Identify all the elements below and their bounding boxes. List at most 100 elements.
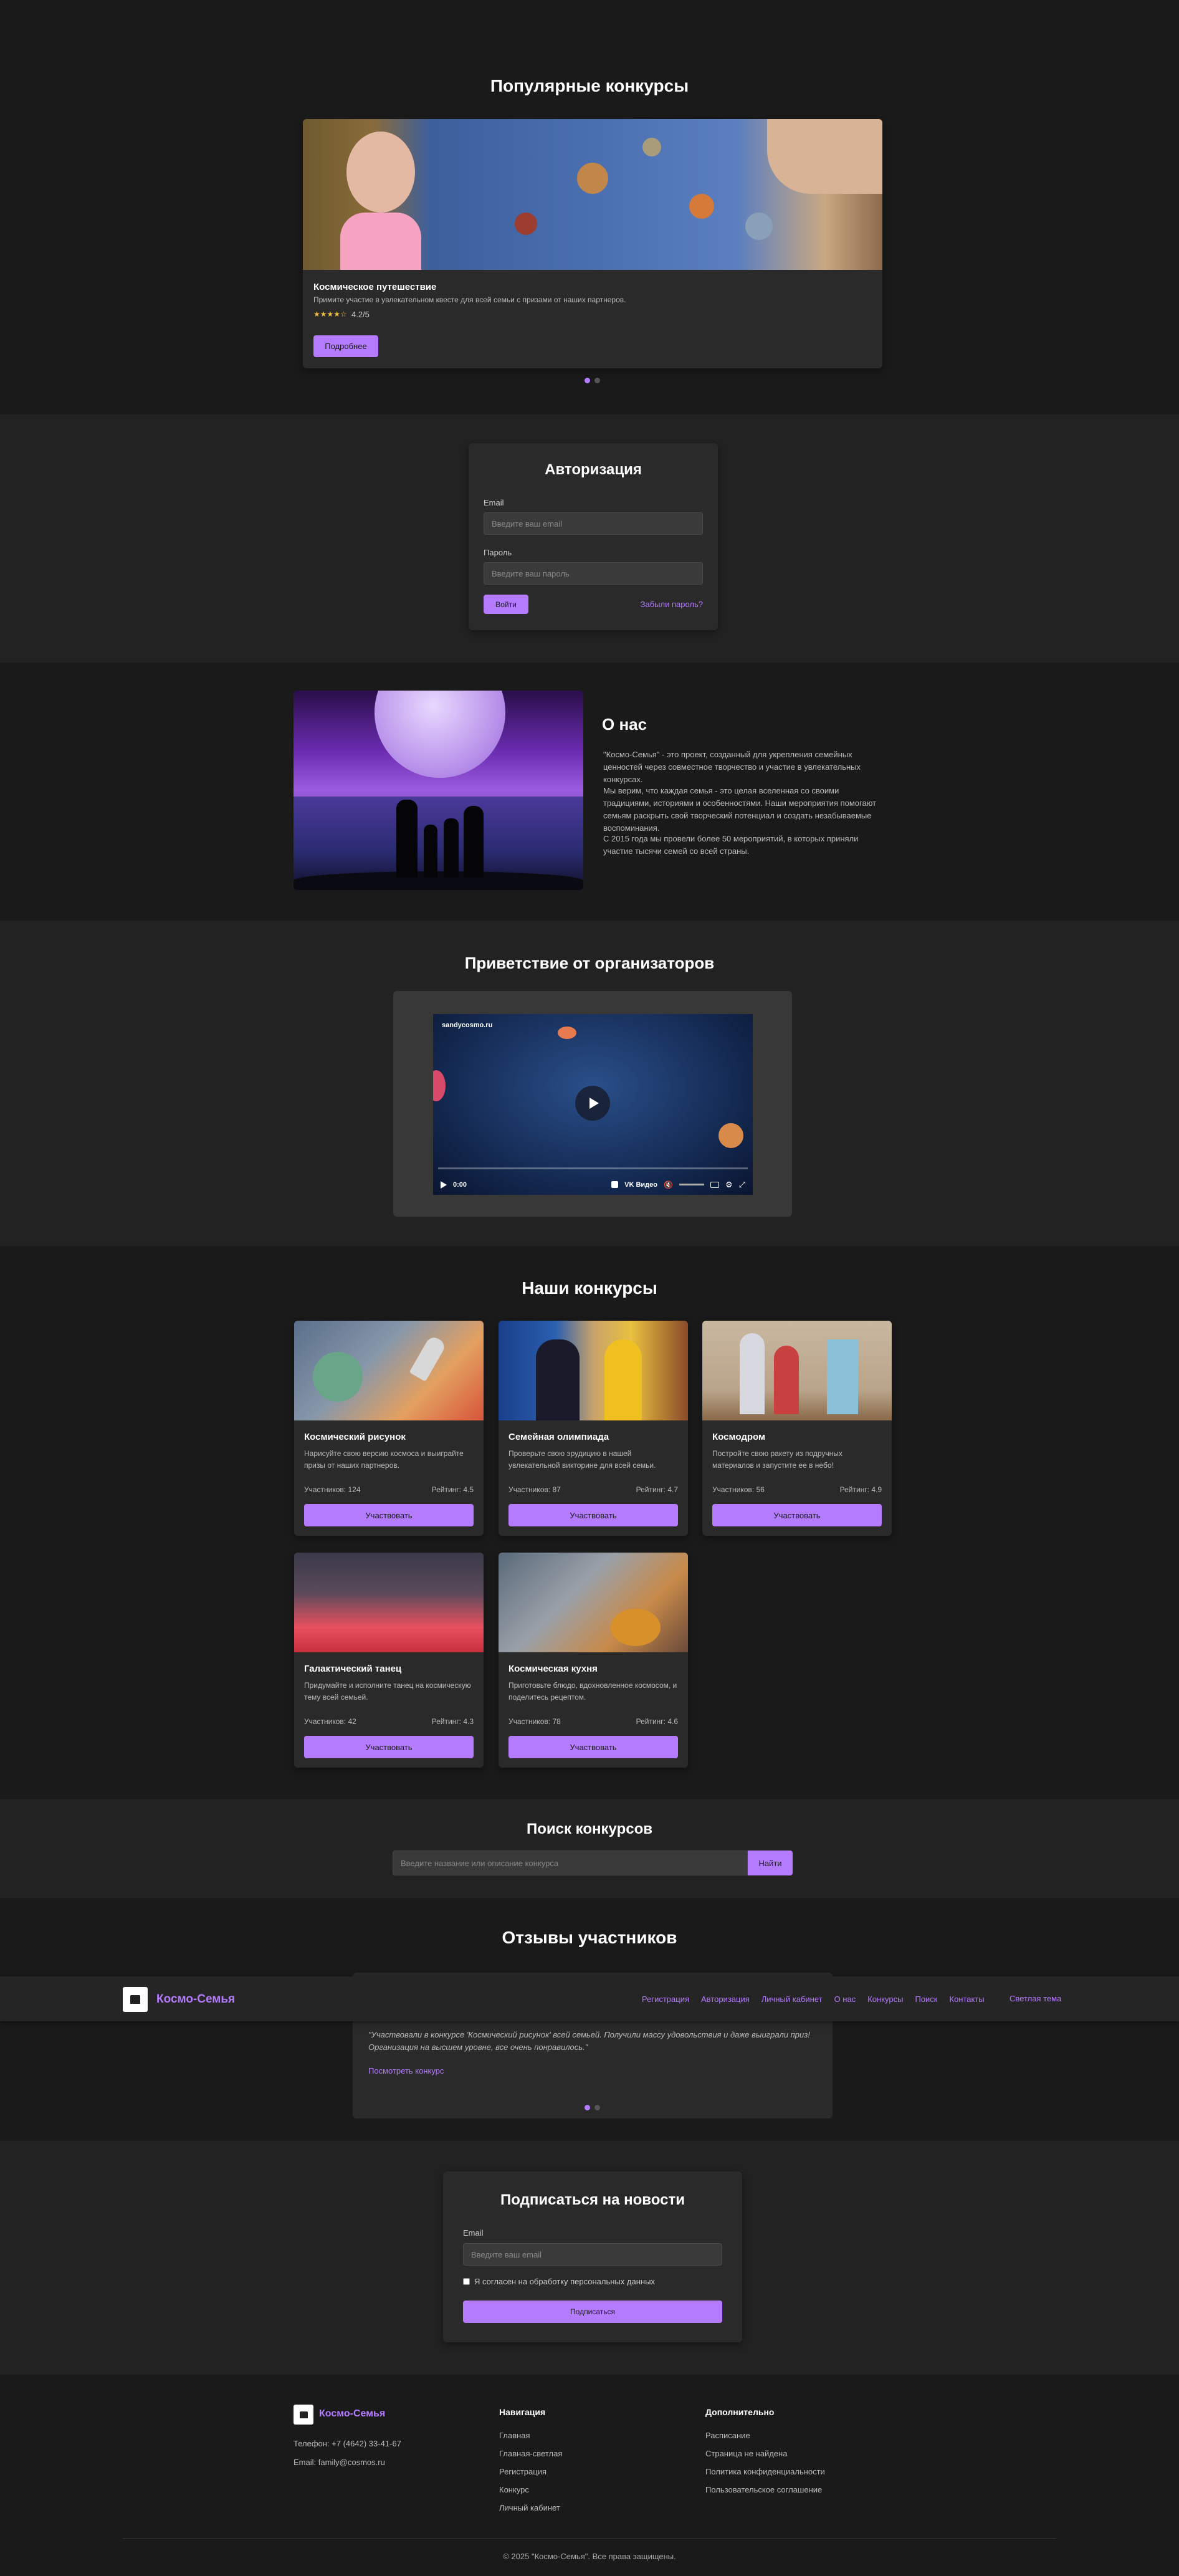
popular-card-desc: Примите участие в увлекательном квесте д… — [313, 295, 626, 304]
password-field[interactable]: Введите ваш пароль — [484, 562, 703, 585]
reviews-dot[interactable] — [594, 2105, 600, 2110]
contest-participants: Участников: 87 — [508, 1485, 561, 1494]
participate-button[interactable]: Участвовать — [304, 1504, 474, 1526]
popular-card-image — [303, 119, 882, 270]
email-field[interactable]: Введите ваш email — [484, 512, 703, 535]
nav-item-auth[interactable]: Авторизация — [701, 1994, 750, 2004]
footer: Космо-Семья Телефон: +7 (4642) 33-41-67 … — [0, 2375, 1179, 2576]
mute-icon[interactable]: 🔇 — [664, 1180, 673, 1189]
details-button[interactable]: Подробнее — [313, 335, 378, 357]
popular-title: Популярные конкурсы — [490, 76, 689, 95]
video-progress-bar[interactable] — [438, 1167, 748, 1169]
footer-link-home-light[interactable]: Главная-светлая — [499, 2449, 562, 2458]
password-label: Пароль — [484, 548, 512, 557]
family-silhouette — [396, 793, 490, 878]
contest-rating: Рейтинг: 4.7 — [636, 1485, 678, 1494]
footer-copyright: © 2025 "Космо-Семья". Все права защищены… — [503, 2552, 676, 2561]
footer-logo[interactable] — [294, 2405, 313, 2425]
contest-rating: Рейтинг: 4.3 — [431, 1717, 474, 1726]
footer-link-home[interactable]: Главная — [499, 2431, 562, 2440]
consent-checkbox[interactable] — [463, 2278, 470, 2285]
participate-button[interactable]: Участвовать — [304, 1736, 474, 1758]
reviews-dot-active[interactable] — [585, 2105, 590, 2110]
subscribe-email-field[interactable]: Введите ваш email — [463, 2243, 722, 2266]
login-button[interactable]: Войти — [484, 595, 528, 614]
footer-email: Email: family@cosmos.ru — [294, 2458, 385, 2467]
about-section: О нас "Космо-Семья" - это проект, создан… — [0, 663, 1179, 921]
about-image — [294, 691, 583, 890]
contest-card: Галактический танец Придумайте и исполни… — [294, 1553, 484, 1768]
contest-rating: Рейтинг: 4.9 — [839, 1485, 882, 1494]
video-watermark: sandycosmo.ru — [442, 1022, 493, 1029]
search-title: Поиск конкурсов — [526, 1821, 652, 1837]
contest-participants: Участников: 124 — [304, 1485, 361, 1494]
contest-image — [294, 1321, 484, 1420]
rating-value: 4.2/5 — [351, 310, 370, 319]
forgot-password-link[interactable]: Забыли пароль? — [641, 600, 703, 609]
nav-item-about[interactable]: О нас — [834, 1994, 856, 2004]
planet-left — [433, 1070, 446, 1101]
footer-phone: Телефон: +7 (4642) 33-41-67 — [294, 2439, 401, 2448]
video-player[interactable]: sandycosmo.ru 0:00 VK Видео 🔇 ⚙ ⤢ — [433, 1014, 753, 1195]
play-small-icon[interactable] — [441, 1180, 447, 1189]
planet-right — [718, 1123, 743, 1148]
view-contest-link[interactable]: Посмотреть конкурс — [368, 2066, 444, 2076]
footer-divider — [123, 2538, 1056, 2539]
review-quote: "Участвовали в конкурсе 'Космический рис… — [368, 2030, 810, 2052]
contest-title: Семейная олимпиада — [508, 1432, 609, 1442]
footer-link-privacy[interactable]: Политика конфиденциальности — [705, 2467, 825, 2476]
vk-video-icon — [611, 1181, 619, 1188]
contest-card: Космический рисунок Нарисуйте свою верси… — [294, 1321, 484, 1536]
comet — [558, 1027, 576, 1039]
video-frame: sandycosmo.ru 0:00 VK Видео 🔇 ⚙ ⤢ — [393, 991, 792, 1217]
search-section: Поиск конкурсов Введите название или опи… — [0, 1799, 1179, 1898]
nav-item-contacts[interactable]: Контакты — [950, 1994, 985, 2004]
footer-link-account[interactable]: Личный кабинет — [499, 2503, 562, 2512]
carousel-dot-active[interactable] — [585, 378, 590, 383]
email-label: Email — [484, 498, 504, 507]
subtitles-icon[interactable] — [710, 1181, 719, 1188]
theme-toggle[interactable]: Светлая тема — [1010, 1994, 1061, 2003]
footer-link-schedule[interactable]: Расписание — [705, 2431, 825, 2440]
brand-logo[interactable] — [123, 1987, 148, 2012]
planet-drawing — [642, 138, 661, 156]
nav-item-contests[interactable]: Конкурсы — [867, 1994, 903, 2004]
participate-button[interactable]: Участвовать — [712, 1504, 882, 1526]
participate-button[interactable]: Участвовать — [508, 1736, 678, 1758]
contests-section: Наши конкурсы Космический рисунок Нарису… — [0, 1246, 1179, 1799]
popular-card-title: Космическое путешествие — [313, 282, 437, 292]
footer-extra-title: Дополнительно — [705, 2407, 775, 2417]
footer-link-404[interactable]: Страница не найдена — [705, 2449, 825, 2458]
settings-icon[interactable]: ⚙ — [725, 1180, 733, 1190]
reviews-title: Отзывы участников — [502, 1928, 677, 1947]
footer-extra-list: Расписание Страница не найдена Политика … — [705, 2431, 825, 2494]
footer-nav-list: Главная Главная-светлая Регистрация Конк… — [499, 2431, 562, 2512]
nav-item-search[interactable]: Поиск — [915, 1994, 937, 2004]
volume-slider[interactable] — [679, 1184, 704, 1185]
nav-item-account[interactable]: Личный кабинет — [761, 1994, 823, 2004]
carousel-dot[interactable] — [594, 378, 600, 383]
brand-name[interactable]: Космо-Семья — [156, 1993, 235, 2006]
footer-brand[interactable]: Космо-Семья — [319, 2408, 385, 2420]
search-input[interactable]: Введите название или описание конкурса — [393, 1851, 748, 1875]
footer-link-terms[interactable]: Пользовательское соглашение — [705, 2485, 825, 2494]
contest-participants: Участников: 42 — [304, 1717, 356, 1726]
footer-link-registration[interactable]: Регистрация — [499, 2467, 562, 2476]
contest-card: Семейная олимпиада Проверьте свою эрудиц… — [499, 1321, 688, 1536]
contest-image — [499, 1321, 688, 1420]
hand-figure — [767, 119, 882, 194]
auth-card: Авторизация Email Введите ваш email Паро… — [469, 443, 718, 630]
contest-image — [294, 1553, 484, 1652]
home-icon — [299, 2411, 308, 2418]
contest-desc: Придумайте и исполните танец на космичес… — [304, 1681, 471, 1702]
planet-drawing — [745, 213, 773, 240]
moon — [375, 691, 505, 778]
footer-nav-title: Навигация — [499, 2407, 546, 2417]
search-button[interactable]: Найти — [748, 1851, 793, 1875]
fullscreen-icon[interactable]: ⤢ — [739, 1180, 745, 1190]
participate-button[interactable]: Участвовать — [508, 1504, 678, 1526]
subscribe-button[interactable]: Подписаться — [463, 2301, 722, 2323]
footer-link-contest[interactable]: Конкурс — [499, 2485, 562, 2494]
play-button[interactable] — [575, 1086, 610, 1121]
nav-item-registration[interactable]: Регистрация — [642, 1994, 689, 2004]
